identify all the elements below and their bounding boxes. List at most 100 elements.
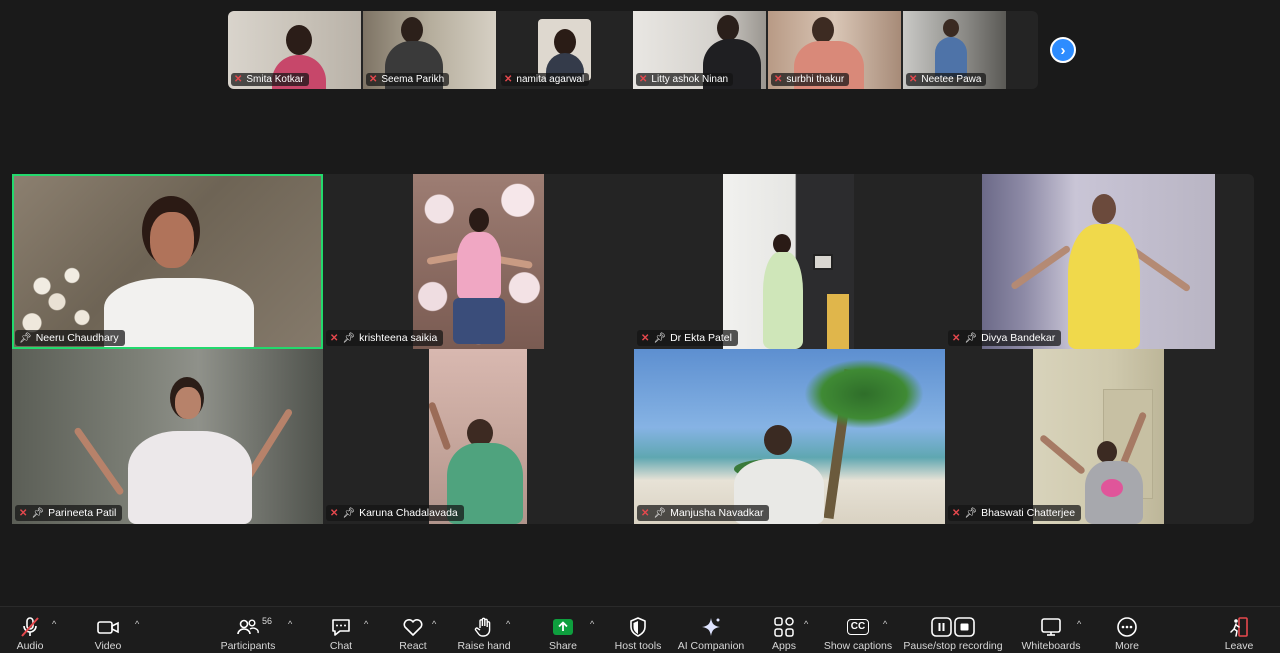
thumbnail-tile[interactable]: ✕ namita agarwal [498, 11, 631, 89]
active-speaker-border [12, 174, 323, 349]
closed-captions-icon: CC [846, 614, 870, 640]
show-captions-button[interactable]: CC Show captions [822, 607, 894, 653]
mic-off-icon: ✕ [774, 74, 783, 85]
raise-hand-icon [473, 614, 495, 640]
pin-icon: 📌︎ [31, 507, 45, 519]
thumbnail-tile[interactable]: ✕ Neetee Pawa [903, 11, 1006, 89]
mic-off-icon: ✕ [19, 507, 28, 519]
mic-off-icon: ✕ [504, 74, 513, 85]
participant-name-tag: ✕ 📌︎ krishteena saikia [326, 330, 444, 346]
video-options-caret-icon[interactable]: ^ [135, 619, 139, 629]
participant-name-tag: ✕ Neetee Pawa [906, 73, 987, 86]
participants-button[interactable]: Participants [218, 607, 278, 653]
video-camera-icon [96, 614, 120, 640]
pin-icon: 📌︎ [653, 332, 667, 344]
pause-stop-recording-button[interactable]: Pause/stop recording [902, 607, 1004, 653]
gallery-view: 📌︎ Neeru Chaudhary ✕ 📌︎ krishteena saiki… [12, 174, 1254, 524]
participant-name: Smita Kotkar [246, 74, 304, 85]
react-options-caret-icon[interactable]: ^ [432, 619, 436, 629]
meeting-toolbar: Audio ^ Video ^ Participants 56 ^ Chat ^ [0, 606, 1280, 653]
video-tile[interactable]: ✕ 📌︎ Bhaswati Chatterjee [945, 349, 1254, 524]
participant-name: Karuna Chadalavada [359, 507, 458, 519]
video-tile-active-speaker[interactable]: 📌︎ Neeru Chaudhary [12, 174, 323, 349]
participant-name: krishteena saikia [359, 332, 438, 344]
raise-hand-button[interactable]: Raise hand [456, 607, 512, 653]
apps-button[interactable]: Apps [768, 607, 800, 653]
more-dots-icon [1116, 614, 1138, 640]
whiteboards-button[interactable]: Whiteboards [1020, 607, 1082, 653]
apps-options-caret-icon[interactable]: ^ [804, 619, 808, 629]
participant-name-tag: 📌︎ Neeru Chaudhary [15, 330, 125, 346]
participant-name-tag: ✕ Seema Parikh [366, 73, 450, 86]
leave-label: Leave [1224, 640, 1254, 652]
video-tile[interactable]: ✕ 📌︎ Manjusha Navadkar [634, 349, 945, 524]
pause-stop-icon [931, 614, 975, 640]
shield-icon [628, 614, 648, 640]
chevron-right-icon: › [1060, 41, 1066, 59]
participant-name-tag: ✕ namita agarwal [501, 73, 590, 86]
participants-options-caret-icon[interactable]: ^ [288, 619, 292, 629]
video-tile[interactable]: ✕ 📌︎ krishteena saikia [323, 174, 634, 349]
thumbnail-tile[interactable]: ✕ Smita Kotkar [228, 11, 361, 89]
mic-off-icon: ✕ [639, 74, 648, 85]
apps-label: Apps [772, 640, 796, 652]
audio-label: Audio [16, 640, 44, 652]
participant-name: Neeru Chaudhary [35, 332, 119, 344]
participant-name: namita agarwal [516, 74, 585, 85]
cc-glyph: CC [846, 619, 870, 635]
leave-button[interactable]: Leave [1222, 607, 1256, 653]
chat-options-caret-icon[interactable]: ^ [364, 619, 368, 629]
participant-name: Seema Parikh [381, 74, 445, 85]
participant-name: Litty ashok Ninan [651, 74, 729, 85]
more-button[interactable]: More [1110, 607, 1144, 653]
video-tile[interactable]: ✕ 📌︎ Karuna Chadalavada [323, 349, 634, 524]
sparkle-icon [700, 614, 722, 640]
host-tools-button[interactable]: Host tools [612, 607, 664, 653]
participant-name-tag: ✕ surbhi thakur [771, 73, 850, 86]
raise-hand-label: Raise hand [457, 640, 511, 652]
host-tools-label: Host tools [614, 640, 662, 652]
raise-hand-options-caret-icon[interactable]: ^ [506, 619, 510, 629]
participant-name-tag: ✕ 📌︎ Bhaswati Chatterjee [948, 505, 1082, 521]
next-page-button[interactable]: › [1050, 37, 1076, 63]
mic-off-icon: ✕ [909, 74, 918, 85]
meeting-window: ✕ Smita Kotkar ✕ Seema Parikh ✕ namita a… [0, 0, 1280, 653]
participant-name-tag: ✕ 📌︎ Manjusha Navadkar [637, 505, 770, 521]
share-options-caret-icon[interactable]: ^ [590, 619, 594, 629]
video-button[interactable]: Video [88, 607, 128, 653]
participants-icon [236, 614, 260, 640]
mic-off-icon: ✕ [641, 507, 650, 519]
video-tile[interactable]: ✕ 📌︎ Dr Ekta Patel [634, 174, 945, 349]
share-button[interactable]: Share [546, 607, 580, 653]
participant-name: Parineeta Patil [48, 507, 117, 519]
mic-off-icon: ✕ [330, 507, 339, 519]
participant-name: Dr Ekta Patel [670, 332, 732, 344]
mic-off-icon: ✕ [952, 507, 961, 519]
pin-icon: 📌︎ [964, 507, 978, 519]
participants-count: 56 [262, 616, 273, 626]
video-tile[interactable]: ✕ 📌︎ Divya Bandekar [945, 174, 1254, 349]
participant-name: Neetee Pawa [921, 74, 982, 85]
thumbnail-tile[interactable]: ✕ surbhi thakur [768, 11, 901, 89]
mic-off-icon: ✕ [234, 74, 243, 85]
participant-name-tag: ✕ Litty ashok Ninan [636, 73, 734, 86]
share-label: Share [548, 640, 578, 652]
whiteboards-options-caret-icon[interactable]: ^ [1077, 619, 1081, 629]
whiteboard-icon [1040, 614, 1062, 640]
ai-companion-label: AI Companion [677, 640, 745, 652]
chat-bubble-icon [330, 614, 352, 640]
react-button[interactable]: React [396, 607, 430, 653]
mic-off-icon: ✕ [952, 332, 961, 344]
thumbnail-tile[interactable]: ✕ Seema Parikh [363, 11, 496, 89]
captions-options-caret-icon[interactable]: ^ [883, 619, 887, 629]
thumbnail-tile[interactable]: ✕ Litty ashok Ninan [633, 11, 766, 89]
audio-options-caret-icon[interactable]: ^ [52, 619, 56, 629]
audio-button[interactable]: Audio [10, 607, 50, 653]
mic-off-icon: ✕ [369, 74, 378, 85]
video-label: Video [94, 640, 122, 652]
ai-companion-button[interactable]: AI Companion [676, 607, 746, 653]
pin-icon: 📌︎ [19, 332, 32, 344]
video-tile[interactable]: ✕ 📌︎ Parineeta Patil [12, 349, 323, 524]
show-captions-label: Show captions [823, 640, 893, 652]
chat-button[interactable]: Chat [325, 607, 357, 653]
